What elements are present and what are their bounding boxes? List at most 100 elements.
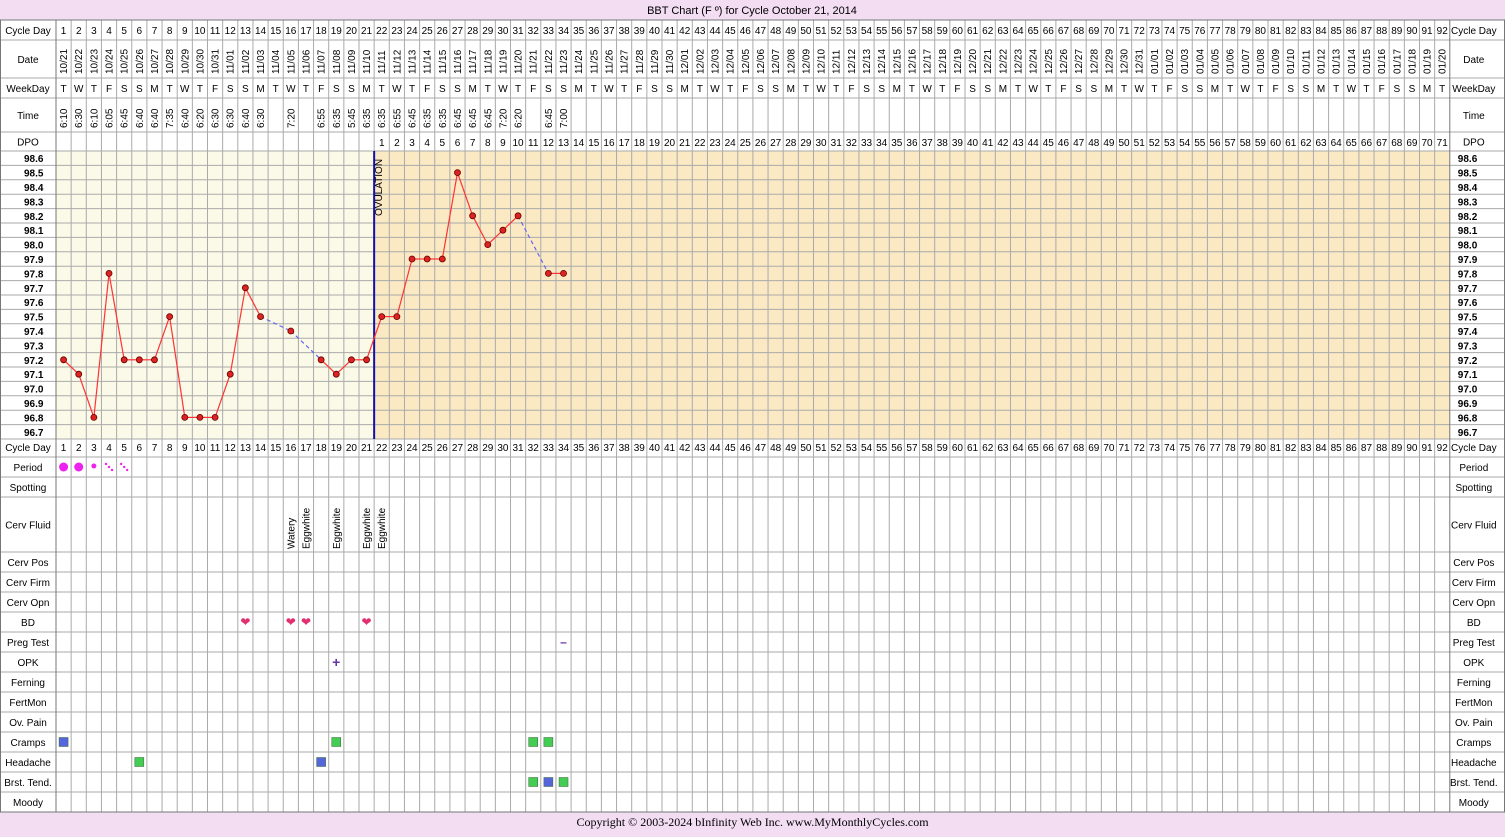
date-label: 01/18 (1407, 49, 1418, 74)
cycle-day-number: 69 (1088, 26, 1100, 37)
temperature-point[interactable] (90, 413, 98, 421)
row-label-dpo: DPO (17, 138, 39, 149)
cycle-day-number-bottom: 59 (937, 443, 949, 454)
temperature-point[interactable] (544, 269, 552, 277)
date-label: 11/17 (468, 49, 479, 74)
temperature-point[interactable] (378, 313, 386, 321)
weekday-label: M (362, 84, 370, 95)
dpo-number: 59 (1255, 138, 1267, 149)
cycle-day-number-bottom: 16 (285, 443, 297, 454)
temperature-point[interactable] (408, 255, 416, 263)
temperature-point[interactable] (332, 370, 340, 378)
date-label: 11/18 (483, 49, 494, 74)
breast-tenderness-marker (558, 777, 569, 787)
temperature-point[interactable] (560, 269, 567, 277)
temperature-point[interactable] (166, 313, 174, 321)
date-label: 01/09 (1271, 49, 1282, 74)
temp-axis-label: 97.6 (24, 298, 44, 309)
obs-row-label: Moody (13, 798, 43, 809)
temperature-point[interactable] (348, 356, 355, 364)
cycle-day-number: 2 (76, 26, 82, 37)
period-spotty-marker (125, 468, 129, 472)
dpo-number: 25 (740, 138, 752, 149)
temperature-point[interactable] (499, 226, 507, 234)
dpo-number: 34 (876, 138, 888, 149)
temperature-point[interactable] (469, 212, 477, 220)
cycle-day-number-bottom: 75 (1179, 443, 1191, 454)
cycle-day-number: 30 (497, 26, 509, 37)
temperature-point[interactable] (393, 313, 401, 321)
dpo-number: 51 (1134, 138, 1146, 149)
temperature-point[interactable] (423, 255, 431, 263)
cycle-day-number-bottom: 87 (1361, 443, 1373, 454)
date-label: 01/10 (1286, 49, 1297, 74)
cycle-day-number: 78 (1225, 26, 1237, 37)
dpo-number: 47 (1073, 138, 1085, 149)
dpo-number: 56 (1209, 138, 1221, 149)
period-medium-marker (91, 463, 97, 469)
cycle-day-number: 92 (1437, 26, 1449, 37)
date-label: 01/02 (1165, 49, 1176, 74)
dpo-number: 41 (982, 138, 994, 149)
weekday-label: S (1393, 84, 1400, 95)
weekday-label: M (256, 84, 264, 95)
temperature-point[interactable] (226, 370, 234, 378)
temperature-point[interactable] (181, 413, 189, 421)
cycle-day-number: 5 (121, 26, 127, 37)
weekday-label: T (515, 84, 521, 95)
weekday-label: F (848, 84, 854, 95)
weekday-label: T (1257, 84, 1263, 95)
cycle-day-number: 57 (906, 26, 918, 37)
weekday-label: M (575, 84, 583, 95)
weekday-label: T (939, 84, 945, 95)
temperature-point[interactable] (363, 356, 370, 364)
cycle-day-number: 59 (937, 26, 949, 37)
weekday-label: T (1015, 84, 1021, 95)
temperature-point[interactable] (241, 284, 249, 292)
temperature-point[interactable] (75, 370, 83, 378)
weekday-label: S (1075, 84, 1082, 95)
temperature-point[interactable] (151, 356, 158, 364)
temp-axis-label: 98.6 (24, 154, 44, 165)
temperature-point[interactable] (257, 313, 264, 321)
dpo-number: 66 (1361, 138, 1373, 149)
cycle-day-number: 90 (1406, 26, 1418, 37)
temperature-point[interactable] (484, 241, 492, 249)
temperature-point[interactable] (60, 356, 67, 364)
time-label: 6:40 (180, 108, 191, 128)
cycle-day-number-bottom: 66 (1043, 443, 1055, 454)
temperature-point[interactable] (196, 413, 204, 421)
temperature-point[interactable] (211, 413, 219, 421)
cycle-day-number: 6 (137, 26, 143, 37)
row-label-cycle: Cycle Day (5, 26, 51, 37)
temperature-point[interactable] (135, 356, 143, 364)
weekday-label: F (1379, 84, 1385, 95)
cycle-day-number-bottom: 76 (1194, 443, 1206, 454)
temperature-point[interactable] (317, 356, 325, 364)
cycle-day-number: 3 (91, 26, 97, 37)
cycle-day-number: 10 (194, 26, 206, 37)
obs-row-label-right: Cramps (1456, 738, 1491, 749)
temperature-point[interactable] (287, 327, 295, 335)
row-label-right-cycle-bottom: Cycle Day (1451, 443, 1497, 454)
cycle-day-number-bottom: 57 (906, 443, 918, 454)
date-label: 11/29 (650, 49, 661, 74)
temperature-point[interactable] (120, 356, 128, 364)
date-label: 12/21 (983, 49, 994, 74)
temp-axis-label: 98.5 (24, 169, 44, 180)
cycle-day-number-bottom: 10 (194, 443, 206, 454)
temperature-point[interactable] (514, 212, 522, 220)
temperature-point[interactable] (438, 255, 446, 263)
dpo-number: 43 (1012, 138, 1024, 149)
date-label: 01/14 (1347, 49, 1358, 74)
date-label: 11/19 (498, 49, 509, 74)
temperature-point[interactable] (454, 169, 461, 177)
cycle-day-number-bottom: 18 (316, 443, 328, 454)
dpo-number: 13 (558, 138, 570, 149)
weekday-label: T (379, 84, 385, 95)
weekday-label: S (984, 84, 991, 95)
cycle-day-number: 47 (755, 26, 767, 37)
cycle-day-number-bottom: 49 (785, 443, 797, 454)
temperature-point[interactable] (105, 269, 113, 277)
cycle-day-number: 62 (982, 26, 994, 37)
